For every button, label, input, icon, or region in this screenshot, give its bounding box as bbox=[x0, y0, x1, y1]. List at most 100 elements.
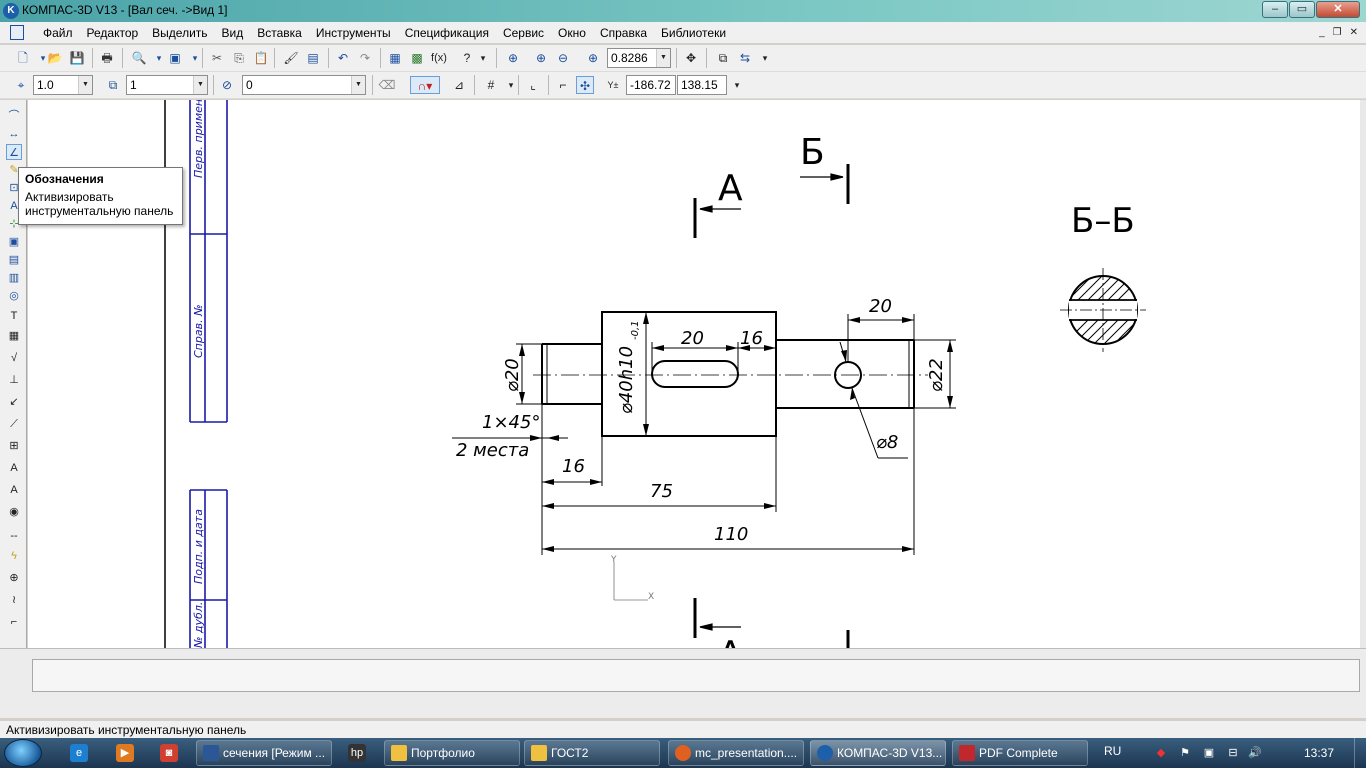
volume-icon[interactable]: 🔊 bbox=[1248, 746, 1262, 760]
cut-line-icon[interactable]: A bbox=[6, 460, 22, 476]
geometry-icon[interactable]: ⌒ bbox=[6, 108, 22, 124]
chevron-down-icon[interactable]: ▼ bbox=[78, 76, 92, 94]
leader-icon[interactable]: ↙ bbox=[6, 394, 22, 410]
taskbar-item-2[interactable]: ГОСТ2 bbox=[524, 740, 660, 766]
network-warning-icon[interactable]: ⚑ bbox=[1178, 746, 1192, 760]
presentation-app-icon[interactable]: ◙ bbox=[160, 744, 178, 762]
ortho-mode-icon[interactable]: ⌐ bbox=[554, 76, 572, 94]
bracket-icon[interactable]: ⌐ bbox=[6, 614, 22, 630]
text-tool-icon[interactable]: T bbox=[6, 308, 22, 324]
chevron-down-icon[interactable]: ▼ bbox=[656, 49, 670, 67]
menu-item-8[interactable]: Окно bbox=[551, 26, 593, 40]
manager-icon[interactable]: ▦ bbox=[386, 49, 404, 67]
dimensions-icon[interactable]: ↔ bbox=[6, 126, 22, 142]
axis-line-icon[interactable]: -- bbox=[6, 528, 22, 544]
coord-y-field[interactable]: 138.15 bbox=[677, 75, 727, 95]
document-icon[interactable] bbox=[10, 25, 24, 40]
mdi-restore-icon[interactable]: ❐ bbox=[1333, 27, 1342, 38]
print-preview-icon[interactable]: 🔍 bbox=[130, 49, 148, 67]
mdi-close-icon[interactable]: ✕ bbox=[1350, 27, 1358, 38]
redo-icon[interactable]: ↷ bbox=[356, 49, 374, 67]
orthogonal-icon[interactable]: ⊿ bbox=[450, 76, 468, 94]
menu-item-9[interactable]: Справка bbox=[593, 26, 654, 40]
refresh-view-icon[interactable]: ⧉ bbox=[714, 49, 732, 67]
center-mark-icon[interactable]: ⊕ bbox=[6, 570, 22, 586]
zoom-scale-icon[interactable]: ⊕ bbox=[584, 49, 602, 67]
menu-item-7[interactable]: Сервис bbox=[496, 26, 551, 40]
hp-icon[interactable]: hp bbox=[348, 744, 366, 762]
associative-views-icon[interactable]: ▣ bbox=[6, 234, 22, 250]
view-arrow-icon[interactable]: A bbox=[6, 482, 22, 498]
taskbar-item-0[interactable]: сечения [Режим ... bbox=[196, 740, 332, 766]
menu-item-2[interactable]: Выделить bbox=[145, 26, 214, 40]
local-cs-icon[interactable]: ⌞ bbox=[524, 76, 542, 94]
language-indicator[interactable]: RU bbox=[1104, 744, 1121, 758]
taskbar-item-4[interactable]: КОМПАС-3D V13... bbox=[810, 740, 946, 766]
zoom-all-icon[interactable]: ⊕ bbox=[504, 49, 522, 67]
toolbar-options-icon[interactable]: ▾ bbox=[728, 76, 746, 94]
print-icon[interactable]: 🖶 bbox=[98, 49, 116, 67]
menu-item-6[interactable]: Спецификация bbox=[398, 26, 496, 40]
antivirus-icon[interactable]: ◆ bbox=[1154, 746, 1168, 760]
cut-icon[interactable]: ✂ bbox=[208, 49, 226, 67]
variables-icon[interactable]: f(x) bbox=[430, 49, 448, 67]
eraser-icon[interactable]: ⌫ bbox=[378, 76, 396, 94]
flag-icon[interactable]: ▣ bbox=[1202, 746, 1216, 760]
redraw-icon[interactable]: ⇆ bbox=[736, 49, 754, 67]
mdi-minimize-icon[interactable]: _ bbox=[1319, 27, 1325, 38]
paste-icon[interactable]: 📋 bbox=[252, 49, 270, 67]
menu-item-0[interactable]: Файл bbox=[36, 26, 80, 40]
tolerance-icon[interactable]: ⊞ bbox=[6, 438, 22, 454]
internet-explorer-icon[interactable]: e bbox=[70, 744, 88, 762]
lightning-icon[interactable]: ϟ bbox=[6, 548, 22, 564]
start-button[interactable] bbox=[4, 739, 42, 767]
toolbar-options-icon[interactable]: ▾ bbox=[756, 49, 774, 67]
library-icon[interactable]: ▩ bbox=[408, 49, 426, 67]
zoom-in-icon[interactable]: ⊕ bbox=[532, 49, 550, 67]
cursor-step-icon[interactable]: ⌖ bbox=[12, 76, 30, 94]
snap-magnet-icon[interactable]: ∩▾ bbox=[410, 76, 440, 94]
copy-icon[interactable]: ⎘ bbox=[230, 49, 248, 67]
taskbar-item-3[interactable]: mc_presentation.... bbox=[668, 740, 804, 766]
coord-x-field[interactable]: -186.72 bbox=[626, 75, 676, 95]
drawing-area[interactable]: Перв. примен. Справ. № Подп. и дата № ду… bbox=[28, 100, 1360, 648]
network-icon[interactable]: ⊟ bbox=[1226, 746, 1240, 760]
chevron-down-icon[interactable]: ▼ bbox=[193, 76, 207, 94]
menu-item-1[interactable]: Редактор bbox=[80, 26, 146, 40]
text-icon[interactable]: ▤ bbox=[304, 49, 322, 67]
step-combo[interactable]: 1.0 ▼ bbox=[33, 75, 93, 95]
state-combo[interactable]: 0 ▼ bbox=[242, 75, 366, 95]
properties-icon[interactable]: ▣ bbox=[166, 49, 184, 67]
fragment-icon[interactable]: ◉ bbox=[6, 504, 22, 520]
state-icon[interactable]: ⊘ bbox=[218, 76, 236, 94]
menu-item-5[interactable]: Инструменты bbox=[309, 26, 398, 40]
spec-icon[interactable]: ▤ bbox=[6, 252, 22, 268]
media-player-icon[interactable]: ▶ bbox=[116, 744, 134, 762]
menu-item-4[interactable]: Вставка bbox=[250, 26, 309, 40]
layer-combo[interactable]: 1 ▼ bbox=[126, 75, 208, 95]
save-icon[interactable]: 💾 bbox=[68, 49, 86, 67]
layer-icon[interactable]: ⧉ bbox=[104, 76, 122, 94]
format-brush-icon[interactable]: 🖌 bbox=[282, 49, 300, 67]
taskbar-item-1[interactable]: Портфолио bbox=[384, 740, 520, 766]
show-desktop-button[interactable] bbox=[1354, 738, 1366, 768]
maximize-button[interactable]: ▭ bbox=[1289, 1, 1315, 18]
table-tool-icon[interactable]: ▦ bbox=[6, 328, 22, 344]
taskbar-item-5[interactable]: PDF Complete bbox=[952, 740, 1088, 766]
undo-icon[interactable]: ↶ bbox=[334, 49, 352, 67]
designations-icon[interactable]: ∠ bbox=[6, 144, 22, 160]
base-icon[interactable]: ⊥ bbox=[6, 372, 22, 388]
new-file-icon[interactable]: 🗋 bbox=[14, 49, 32, 67]
reports-icon[interactable]: ▥ bbox=[6, 270, 22, 286]
dropdown-arrow-icon[interactable]: ▾ bbox=[474, 49, 492, 67]
clock[interactable]: 13:37 bbox=[1304, 746, 1334, 760]
vertical-scrollbar[interactable] bbox=[1360, 100, 1366, 648]
open-folder-icon[interactable]: 📂 bbox=[46, 49, 64, 67]
chevron-down-icon[interactable]: ▼ bbox=[351, 76, 365, 94]
wave-line-icon[interactable]: ≀ bbox=[6, 592, 22, 608]
pan-icon[interactable]: ✥ bbox=[682, 49, 700, 67]
grid-icon[interactable]: # bbox=[482, 76, 500, 94]
position-icon[interactable]: ⟋ bbox=[6, 416, 22, 432]
minimize-button[interactable]: – bbox=[1262, 1, 1288, 18]
close-button[interactable]: ✕ bbox=[1316, 1, 1360, 18]
